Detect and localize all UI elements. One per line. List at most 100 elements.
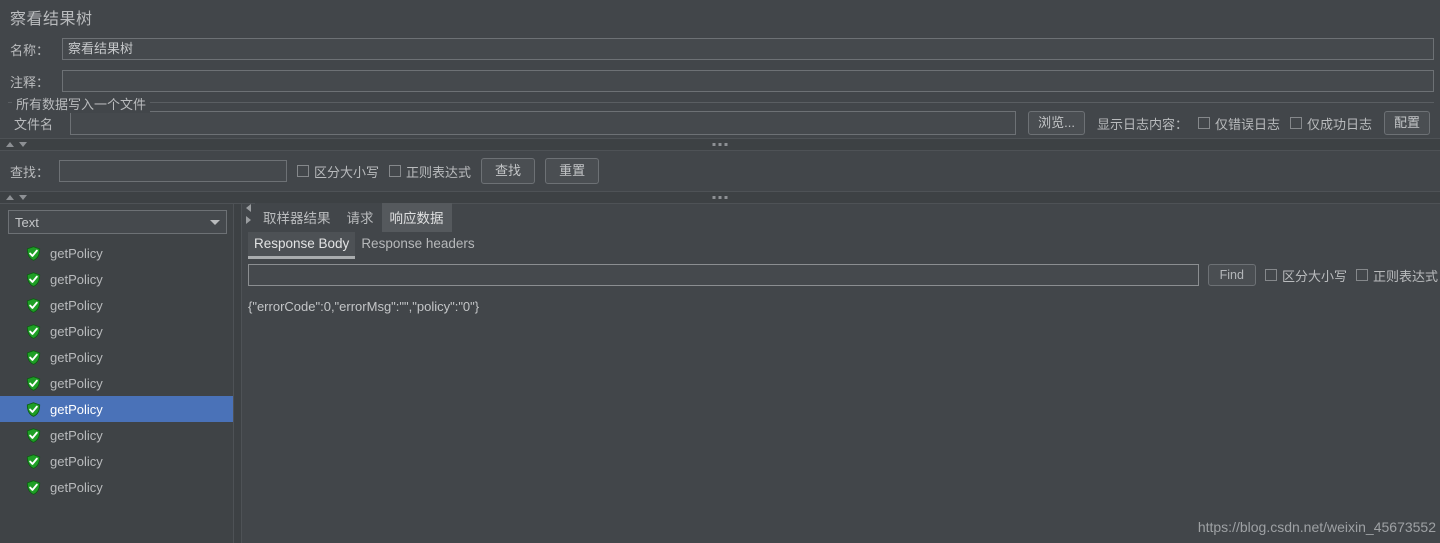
chevron-left-icon[interactable] (246, 204, 251, 212)
comment-label: 注释： (10, 74, 50, 90)
comment-input[interactable] (62, 70, 1434, 92)
page-title: 察看结果树 (10, 11, 93, 28)
tree-item-label: getPolicy (50, 349, 103, 365)
tree-item[interactable]: getPolicy (0, 396, 233, 422)
success-shield-icon (26, 427, 41, 443)
splitter-grip-icon (712, 143, 728, 146)
filename-row: 文件名 浏览... 显示日志内容： 仅错误日志 仅成功日志 配置 (8, 105, 1434, 138)
response-body-text: {"errorCode":0,"errorMsg":"","policy":"0… (248, 299, 480, 314)
jmeter-view-results-tree-window: 察看结果树 名称： 注释： 所有数据写入一个文件 文件名 浏览... 显示日志内… (0, 0, 1440, 543)
collapse-down-icon[interactable] (19, 142, 27, 147)
errors-only-label: 仅错误日志 (1214, 116, 1280, 132)
tree-item-label: getPolicy (50, 427, 103, 443)
errors-only-checkbox[interactable]: 仅错误日志 (1197, 114, 1280, 133)
subtab-0[interactable]: Response Body (248, 232, 356, 259)
subtab-1[interactable]: Response headers (355, 232, 480, 259)
success-shield-icon (26, 401, 41, 417)
renderer-select-value: Text (15, 214, 39, 230)
tab-0[interactable]: 取样器结果 (255, 203, 339, 232)
tree-item-label: getPolicy (50, 245, 103, 261)
search-case-sensitive-label: 区分大小写 (314, 164, 380, 180)
collapse-down-icon[interactable] (19, 195, 27, 200)
success-shield-icon (26, 245, 41, 261)
tree-item-label: getPolicy (50, 401, 103, 417)
comment-row: 注释： (0, 66, 1440, 96)
chevron-right-icon[interactable] (246, 216, 251, 224)
tree-item[interactable]: getPolicy (0, 344, 233, 370)
collapse-up-icon[interactable] (6, 195, 14, 200)
tree-item[interactable]: getPolicy (0, 474, 233, 500)
success-shield-icon (26, 271, 41, 287)
tab-1[interactable]: 请求 (338, 203, 382, 232)
splitter-vertical[interactable] (233, 204, 242, 543)
tree-item-label: getPolicy (50, 297, 103, 313)
write-all-data-to-file-group: 所有数据写入一个文件 文件名 浏览... 显示日志内容： 仅错误日志 仅成功日志… (8, 94, 1434, 138)
splitter-collapse-arrows[interactable] (0, 142, 27, 147)
checkbox-box-icon (1289, 117, 1302, 129)
success-only-label: 仅成功日志 (1306, 116, 1372, 132)
tree-item[interactable]: getPolicy (0, 318, 233, 344)
checkbox-box-icon (389, 165, 402, 177)
tree-item[interactable]: getPolicy (0, 422, 233, 448)
sampler-detail-pane: 取样器结果 请求 响应数据 Response Body Response header… (242, 203, 1440, 543)
success-shield-icon (26, 297, 41, 313)
watermark-text: https://blog.csdn.net/weixin_45673552 (1197, 519, 1436, 535)
success-shield-icon (26, 375, 41, 391)
sampler-tabs: 取样器结果 请求 响应数据 (242, 203, 1440, 232)
tree-item-label: getPolicy (50, 375, 103, 391)
search-reset-button[interactable]: 重置 (545, 158, 600, 184)
search-regex-label: 正则表达式 (406, 164, 472, 180)
chevron-down-icon (210, 219, 220, 225)
search-regex-checkbox[interactable]: 正则表达式 (389, 162, 471, 181)
filename-label: 文件名 (14, 116, 54, 132)
response-body-area[interactable]: {"errorCode":0,"errorMsg":"","policy":"0… (242, 291, 1440, 543)
renderer-select[interactable]: Text (8, 210, 227, 234)
tree-item[interactable]: getPolicy (0, 448, 233, 474)
tab-scroll-arrows[interactable] (244, 200, 255, 232)
tree-item[interactable]: getPolicy (0, 292, 233, 318)
search-input[interactable] (59, 160, 288, 182)
splitter-top[interactable] (0, 138, 1440, 151)
response-case-sensitive-checkbox[interactable]: 区分大小写 (1264, 266, 1347, 285)
response-find-button[interactable]: Find (1207, 264, 1256, 286)
success-only-checkbox[interactable]: 仅成功日志 (1289, 114, 1372, 133)
results-tree[interactable]: getPolicy getPolicy getPolicy getPolicy … (0, 238, 233, 543)
checkbox-box-icon (1355, 269, 1368, 281)
configure-button[interactable]: 配置 (1383, 111, 1430, 135)
name-label: 名称： (10, 42, 50, 58)
name-row: 名称： (0, 34, 1440, 64)
search-find-button[interactable]: 查找 (481, 158, 536, 184)
tree-item[interactable]: getPolicy (0, 266, 233, 292)
collapse-up-icon[interactable] (6, 142, 14, 147)
response-case-sensitive-label: 区分大小写 (1281, 268, 1347, 284)
success-shield-icon (26, 453, 41, 469)
response-subtabs: Response Body Response headers (242, 232, 1440, 259)
tree-item[interactable]: getPolicy (0, 370, 233, 396)
splitter-grip-icon (712, 196, 728, 199)
tree-item[interactable]: getPolicy (0, 240, 233, 266)
results-content: Text getPolicy getPolicy getPolicy getPo… (0, 203, 1440, 543)
name-input[interactable] (62, 38, 1434, 60)
search-label: 查找： (10, 164, 50, 180)
tree-item-label: getPolicy (50, 453, 103, 469)
results-tree-pane: Text getPolicy getPolicy getPolicy getPo… (0, 204, 233, 543)
tab-2[interactable]: 响应数据 (381, 203, 452, 232)
browse-button[interactable]: 浏览... (1028, 111, 1085, 135)
success-shield-icon (26, 323, 41, 339)
tree-item-label: getPolicy (50, 479, 103, 495)
response-find-input[interactable] (248, 264, 1199, 286)
splitter-collapse-arrows[interactable] (0, 195, 27, 200)
filename-input[interactable] (70, 111, 1017, 135)
search-bar: 查找： 区分大小写 正则表达式 查找 重置 (0, 151, 1440, 191)
success-shield-icon (26, 479, 41, 495)
response-find-bar: Find 区分大小写 正则表达式 (242, 259, 1440, 291)
search-case-sensitive-checkbox[interactable]: 区分大小写 (297, 162, 379, 181)
splitter-middle[interactable] (0, 191, 1440, 204)
checkbox-box-icon (1264, 269, 1277, 281)
response-regex-checkbox[interactable]: 正则表达式 (1355, 266, 1438, 285)
tree-item-label: getPolicy (50, 323, 103, 339)
checkbox-box-icon (297, 165, 310, 177)
response-regex-label: 正则表达式 (1372, 268, 1438, 284)
page-title-bar: 察看结果树 (0, 0, 1440, 34)
success-shield-icon (26, 349, 41, 365)
